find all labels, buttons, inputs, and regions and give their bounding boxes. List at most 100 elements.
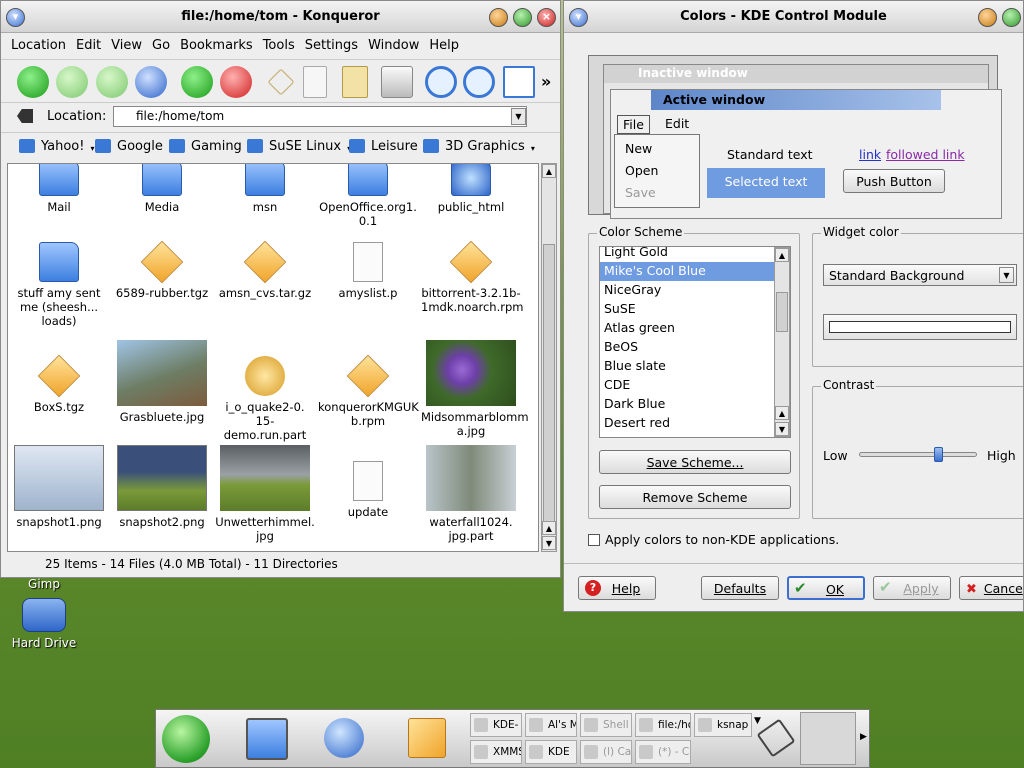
file-item[interactable]: Unwetterhimmel. jpg xyxy=(215,445,315,543)
back-arrow-icon[interactable] xyxy=(56,66,88,98)
file-item[interactable]: Midsommarblomm a.jpg xyxy=(421,340,529,438)
kcontrol-titlebar[interactable]: ▾ Colors - KDE Control Module xyxy=(564,1,1023,33)
scheme-item-selected[interactable]: Mike's Cool Blue xyxy=(600,262,790,281)
widget-color-select[interactable]: Standard Background ▼ xyxy=(823,264,1017,286)
office-icon[interactable] xyxy=(408,718,446,758)
reload-icon[interactable] xyxy=(181,66,213,98)
scheme-item[interactable]: CDE xyxy=(600,376,790,395)
zoom-in-icon[interactable] xyxy=(425,66,457,98)
color-swatch-button[interactable] xyxy=(823,314,1017,340)
zoom-out-icon[interactable] xyxy=(463,66,495,98)
file-item[interactable]: waterfall1024. jpg.part xyxy=(421,445,521,543)
contrast-slider-track[interactable] xyxy=(859,452,977,457)
scheme-item[interactable]: BeOS xyxy=(600,338,790,357)
scheme-list-scrollbar[interactable]: ▲ ▲ ▼ xyxy=(774,247,790,437)
location-dropdown-icon[interactable]: ▼ xyxy=(511,108,526,125)
menu-settings[interactable]: Settings xyxy=(300,35,363,56)
taskbar-item[interactable]: Al's M xyxy=(525,713,577,737)
scroll-up-icon[interactable]: ▲ xyxy=(542,164,556,178)
menu-view[interactable]: View xyxy=(106,35,147,56)
scheme-item[interactable]: NiceGray xyxy=(600,281,790,300)
scroll-down-icon[interactable]: ▼ xyxy=(775,422,789,436)
file-item[interactable]: stuff amy sent me (sheesh... loads) xyxy=(9,242,109,328)
bookmark-leisure[interactable]: Leisure xyxy=(349,139,427,154)
copy-icon[interactable] xyxy=(303,66,327,98)
taskbar-item[interactable]: (l) Ca xyxy=(580,740,632,764)
menu-edit[interactable]: Edit xyxy=(71,35,106,56)
file-item[interactable]: Media xyxy=(112,164,212,214)
scrollbar-thumb[interactable] xyxy=(543,244,555,524)
scroll-up-icon[interactable]: ▲ xyxy=(542,521,556,535)
forward-arrow-icon[interactable] xyxy=(96,66,128,98)
file-item[interactable]: update xyxy=(318,461,418,519)
cancel-button[interactable]: ✖ Cance xyxy=(959,576,1023,600)
location-input[interactable]: file:/home/tom xyxy=(113,106,527,127)
up-arrow-icon[interactable] xyxy=(17,66,49,98)
menu-tools[interactable]: Tools xyxy=(258,35,300,56)
desktop-icon-hard-drive[interactable]: Hard Drive xyxy=(4,598,84,650)
save-scheme-button[interactable]: Save Scheme... xyxy=(599,450,791,474)
menu-window[interactable]: Window xyxy=(363,35,424,56)
bookmark-yahoo[interactable]: Yahoo! xyxy=(19,139,95,154)
file-item[interactable]: snapshot2.png xyxy=(112,445,212,529)
scrollbar-thumb[interactable] xyxy=(776,292,788,332)
minimize-button[interactable] xyxy=(978,8,997,27)
menu-location[interactable]: Location xyxy=(1,35,71,56)
konqueror-titlebar[interactable]: ▾ file:/home/tom - Konqueror × xyxy=(1,1,560,33)
scheme-item[interactable]: SuSE xyxy=(600,300,790,319)
cut-icon[interactable] xyxy=(267,68,295,96)
scheme-item[interactable]: Blue slate xyxy=(600,357,790,376)
menu-bookmarks[interactable]: Bookmarks xyxy=(175,35,258,56)
maximize-button[interactable] xyxy=(513,8,532,27)
scheme-list[interactable]: Light Gold Mike's Cool Blue NiceGray SuS… xyxy=(599,246,791,438)
scroll-up-icon[interactable]: ▲ xyxy=(775,248,789,262)
help-button[interactable]: ? Help xyxy=(578,576,656,600)
bookmark-gaming[interactable]: Gaming xyxy=(169,139,252,154)
view-mode-icon[interactable] xyxy=(503,66,535,98)
taskbar-item[interactable]: KDE xyxy=(525,740,577,764)
file-item[interactable]: msn xyxy=(215,164,315,214)
home-icon[interactable] xyxy=(135,66,167,98)
file-item[interactable]: public_html xyxy=(421,164,521,214)
toolbar-more-icon[interactable]: » xyxy=(541,72,551,91)
file-item[interactable]: Mail xyxy=(9,164,109,214)
apply-non-kde-checkbox[interactable] xyxy=(588,534,600,546)
file-item[interactable]: i_o_quake2-0. 15-demo.run.part xyxy=(215,356,315,442)
taskbar-scroll-icon[interactable]: ▼ xyxy=(754,716,761,726)
desktop-icon-gimp[interactable]: Gimp xyxy=(4,577,84,591)
scheme-item[interactable]: Desert red xyxy=(600,414,790,433)
file-item[interactable]: konquerorKMGUK b.rpm xyxy=(318,354,419,428)
file-item[interactable]: 6589-rubber.tgz xyxy=(112,240,212,300)
paste-icon[interactable] xyxy=(342,66,368,98)
apply-button[interactable]: ✔ Apply xyxy=(873,576,951,600)
file-item[interactable]: Grasbluete.jpg xyxy=(112,340,212,424)
network-plug-icon[interactable] xyxy=(756,718,796,758)
file-view-scrollbar[interactable]: ▲ ▲ ▼ xyxy=(541,163,557,552)
contrast-slider-handle[interactable] xyxy=(934,447,943,462)
file-item[interactable]: BoxS.tgz xyxy=(9,354,109,414)
taskbar-item[interactable]: ksnap xyxy=(694,713,752,737)
scheme-item[interactable]: Atlas green xyxy=(600,319,790,338)
taskbar-item[interactable]: Shell xyxy=(580,713,632,737)
maximize-button[interactable] xyxy=(1002,8,1021,27)
close-button[interactable]: × xyxy=(537,8,556,27)
file-item[interactable]: snapshot1.png xyxy=(9,445,109,529)
stop-icon[interactable] xyxy=(220,66,252,98)
file-item[interactable]: OpenOffice.org1. 0.1 xyxy=(318,164,418,228)
minimize-button[interactable] xyxy=(489,8,508,27)
file-item[interactable]: bittorrent-3.2.1b- 1mdk.noarch.rpm xyxy=(421,240,523,314)
ok-button[interactable]: ✔ OK xyxy=(787,576,865,600)
scheme-item[interactable]: Dark Blue xyxy=(600,395,790,414)
menu-help[interactable]: Help xyxy=(424,35,464,56)
print-icon[interactable] xyxy=(381,66,413,98)
scheme-item[interactable]: Light Gold xyxy=(600,247,790,262)
scroll-up-icon[interactable]: ▲ xyxy=(775,406,789,420)
taskbar-item[interactable]: file:/ho xyxy=(635,713,691,737)
scroll-down-icon[interactable]: ▼ xyxy=(542,536,556,550)
bookmark-google[interactable]: Google xyxy=(95,139,173,154)
panel-hide-icon[interactable]: ▶ xyxy=(860,732,867,742)
browser-icon[interactable] xyxy=(324,718,364,758)
menu-go[interactable]: Go xyxy=(147,35,175,56)
clear-location-icon[interactable] xyxy=(17,109,33,123)
file-item[interactable]: amsn_cvs.tar.gz xyxy=(215,240,315,300)
